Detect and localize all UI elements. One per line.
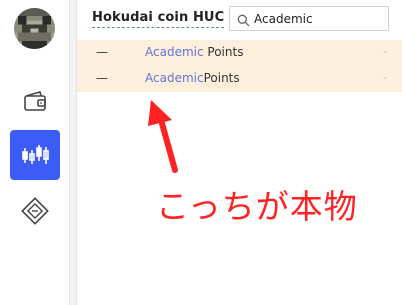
page-title[interactable]: Hokudai coin HUC <box>92 10 225 28</box>
search-results: — Academic Points - — AcademicPoints - <box>77 40 402 92</box>
sidebar <box>0 0 70 305</box>
search-input[interactable] <box>254 10 384 27</box>
name-rest: Points <box>203 71 240 85</box>
search-icon <box>237 12 250 31</box>
row-dash: — <box>96 71 108 85</box>
row-dash: — <box>96 45 108 59</box>
match-highlight: Academic <box>145 45 204 59</box>
item-name: AcademicPoints <box>145 71 240 85</box>
wallet-icon <box>24 91 46 111</box>
item-value: - <box>383 71 387 84</box>
list-item[interactable]: — AcademicPoints - <box>77 66 402 92</box>
header: Hokudai coin HUC <box>77 0 402 38</box>
search-box[interactable] <box>229 6 389 31</box>
avatar[interactable] <box>14 8 55 49</box>
nav-token[interactable] <box>10 186 60 236</box>
item-name: Academic Points <box>145 45 243 59</box>
item-value: - <box>383 45 387 58</box>
avatar-image <box>14 8 55 49</box>
nav-wallet[interactable] <box>10 76 60 126</box>
nav-chart[interactable] <box>10 130 60 180</box>
main-panel: Hokudai coin HUC — Academic Points - — A… <box>76 0 402 305</box>
candlestick-chart-icon <box>22 145 49 164</box>
token-icon <box>21 197 49 225</box>
name-rest: Points <box>203 45 244 59</box>
match-highlight: Academic <box>145 71 204 85</box>
list-item[interactable]: — Academic Points - <box>77 40 402 66</box>
